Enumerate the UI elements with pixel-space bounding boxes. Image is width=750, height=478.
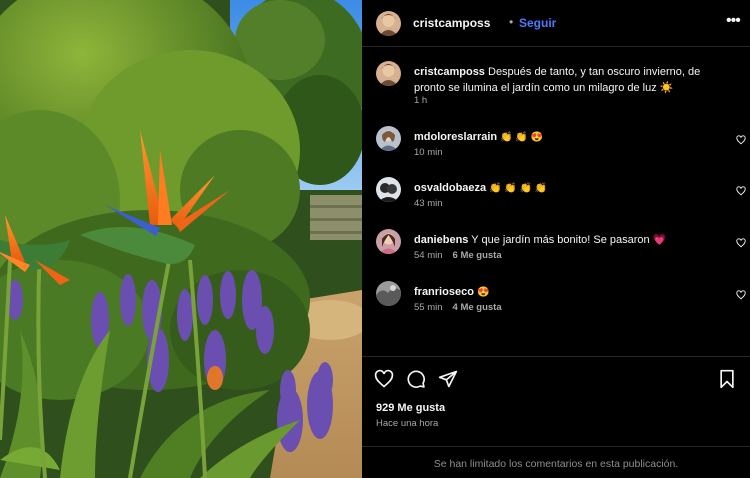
follow-button[interactable]: Seguir [519, 16, 556, 30]
comment-meta: 43 min [414, 198, 443, 209]
author-avatar[interactable] [376, 61, 401, 86]
comment-text: daniebens Y que jardín más bonito! Se pa… [414, 234, 667, 246]
comment-item: franrioseco 😍 55 min 4 Me gusta [376, 281, 746, 321]
comment-item: osvaldobaeza 👏 👏 👏 👏 43 min [376, 177, 746, 217]
comment-username[interactable]: franrioseco [414, 286, 474, 298]
comment-like-heart-icon[interactable] [736, 290, 746, 300]
post-header: cristcamposs • Seguir ••• [362, 0, 750, 46]
caption-time: 1 h [414, 95, 428, 106]
separator-dot: • [509, 15, 514, 29]
comment-username[interactable]: mdoloreslarrain [414, 131, 497, 143]
caption-username[interactable]: cristcamposs [414, 66, 485, 78]
comment-meta: 55 min 4 Me gusta [414, 302, 502, 313]
comment-item: mdoloreslarrain 👏 👏 😍 10 min [376, 126, 746, 166]
commenter-avatar[interactable] [376, 281, 401, 306]
post-modal: cristcamposs • Seguir ••• cristcamposs D… [0, 0, 750, 478]
caption: cristcamposs Después de tanto, y tan osc… [376, 61, 746, 111]
comment-likes-count[interactable]: 6 Me gusta [453, 250, 502, 261]
post-actions-bar [374, 368, 744, 390]
comment-likes-count[interactable]: 4 Me gusta [453, 302, 502, 313]
comment-icon[interactable] [406, 369, 426, 389]
commenter-avatar[interactable] [376, 229, 401, 254]
post-details-panel: cristcamposs • Seguir ••• cristcamposs D… [362, 0, 750, 478]
header-divider [362, 46, 750, 47]
comment-like-heart-icon[interactable] [736, 135, 746, 145]
comment-like-heart-icon[interactable] [736, 238, 746, 248]
author-username[interactable]: cristcamposs [413, 16, 490, 30]
likes-count[interactable]: 929 Me gusta [376, 402, 445, 414]
comment-text: franrioseco 😍 [414, 286, 490, 298]
more-options-icon[interactable]: ••• [726, 12, 742, 32]
comment-like-heart-icon[interactable] [736, 186, 746, 196]
comment-time: 54 min [414, 250, 443, 261]
bookmark-icon[interactable] [718, 369, 736, 389]
comment-meta: 54 min 6 Me gusta [414, 250, 502, 261]
author-avatar[interactable] [376, 11, 401, 36]
footer-divider [362, 446, 750, 447]
share-icon[interactable] [438, 369, 458, 389]
comment-username[interactable]: daniebens [414, 234, 468, 246]
comment-username[interactable]: osvaldobaeza [414, 182, 486, 194]
commenter-avatar[interactable] [376, 126, 401, 151]
comment-item: daniebens Y que jardín más bonito! Se pa… [376, 229, 746, 269]
comments-limited-notice: Se han limitado los comentarios en esta … [433, 458, 679, 470]
comment-time: 10 min [414, 147, 443, 158]
commenter-avatar[interactable] [376, 177, 401, 202]
post-timestamp: Hace una hora [376, 418, 439, 429]
heart-icon[interactable] [374, 369, 394, 389]
garden-image [0, 0, 362, 478]
comment-text: osvaldobaeza 👏 👏 👏 👏 [414, 182, 548, 194]
comment-time: 43 min [414, 198, 443, 209]
comment-text: mdoloreslarrain 👏 👏 😍 [414, 131, 544, 143]
post-photo[interactable] [0, 0, 362, 478]
comment-time: 55 min [414, 302, 443, 313]
actions-divider [362, 356, 750, 357]
comment-meta: 10 min [414, 147, 443, 158]
caption-text: cristcamposs Después de tanto, y tan osc… [414, 64, 734, 96]
